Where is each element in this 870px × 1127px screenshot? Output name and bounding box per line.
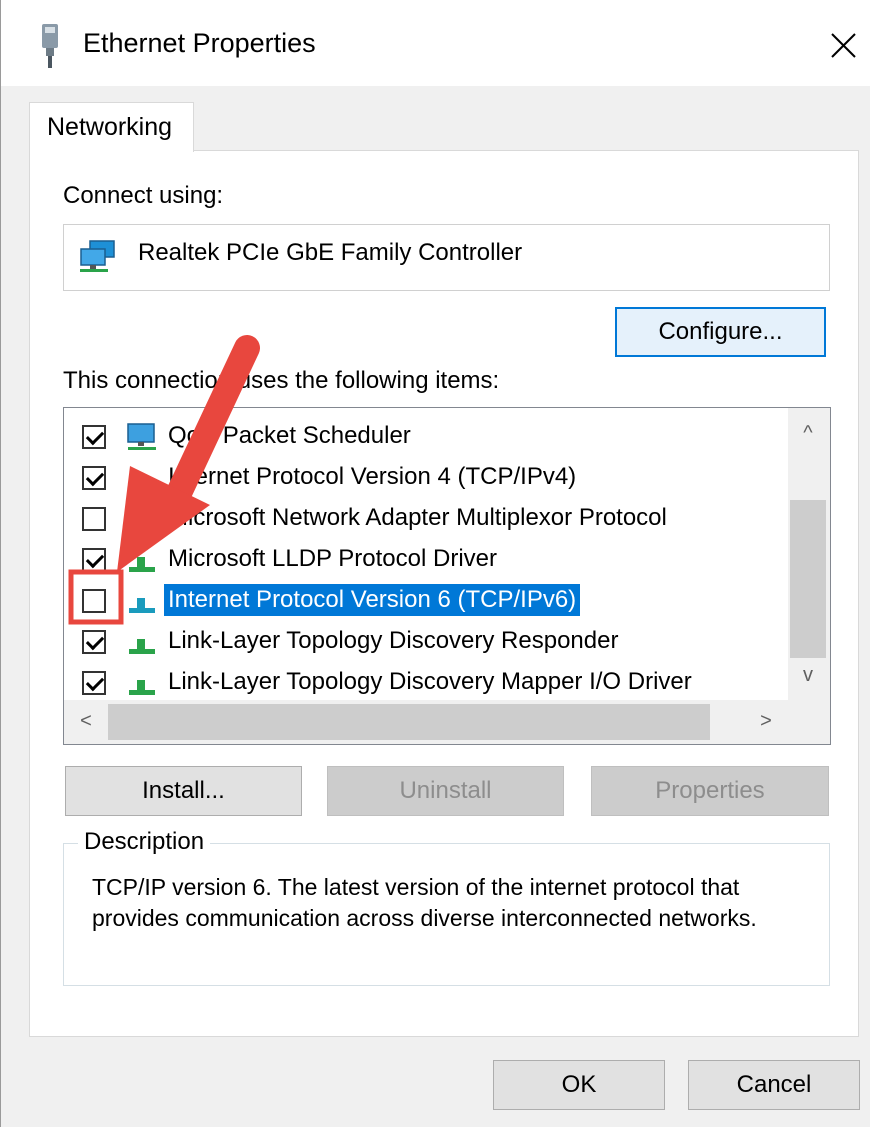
scheduler-icon	[127, 423, 156, 450]
protocol-icon	[129, 639, 155, 654]
item-checkbox[interactable]	[82, 507, 106, 531]
items-list: QoS Packet Scheduler Internet Protocol V…	[63, 407, 831, 745]
item-checkbox[interactable]	[82, 425, 106, 449]
item-checkbox[interactable]	[82, 466, 106, 490]
network-adapter-icon	[80, 240, 115, 272]
window-title: Ethernet Properties	[83, 28, 316, 58]
close-button[interactable]	[811, 14, 870, 74]
install-button[interactable]: Install...	[65, 766, 302, 816]
scroll-right-arrow-icon[interactable]: >	[748, 710, 784, 733]
list-item[interactable]: Internet Protocol Version 4 (TCP/IPv4)	[64, 457, 784, 497]
scroll-up-arrow-icon[interactable]: ^	[790, 422, 826, 445]
adapter-name: Realtek PCIe GbE Family Controller	[138, 239, 523, 266]
ethernet-properties-dialog: Ethernet Properties Networking Connect u…	[0, 0, 870, 1127]
list-item[interactable]: Microsoft LLDP Protocol Driver	[64, 539, 784, 579]
protocol-icon	[129, 557, 155, 572]
properties-button[interactable]: Properties	[591, 766, 829, 816]
description-group: Description TCP/IP version 6. The latest…	[63, 828, 830, 986]
list-item[interactable]: Microsoft Network Adapter Multiplexor Pr…	[64, 498, 784, 538]
protocol-icon	[129, 475, 155, 490]
protocol-icon	[129, 516, 155, 531]
item-label: Link-Layer Topology Discovery Responder	[168, 627, 619, 654]
scroll-down-arrow-icon[interactable]: v	[790, 664, 826, 687]
vertical-scrollbar[interactable]: ^ v	[788, 408, 830, 700]
item-checkbox[interactable]	[82, 671, 106, 695]
configure-button[interactable]: Configure...	[615, 307, 826, 357]
item-label: Internet Protocol Version 6 (TCP/IPv6)	[164, 584, 581, 616]
ethernet-connector-icon	[42, 24, 58, 68]
close-icon	[831, 33, 856, 58]
item-label: Microsoft Network Adapter Multiplexor Pr…	[168, 504, 667, 531]
adapter-field: Realtek PCIe GbE Family Controller	[63, 224, 830, 291]
scroll-left-arrow-icon[interactable]: <	[68, 710, 104, 733]
list-item-selected[interactable]: Internet Protocol Version 6 (TCP/IPv6)	[64, 580, 784, 620]
item-checkbox[interactable]	[82, 548, 106, 572]
uninstall-button[interactable]: Uninstall	[327, 766, 564, 816]
title-bar: Ethernet Properties	[1, 0, 870, 86]
description-text: TCP/IP version 6. The latest version of …	[92, 874, 757, 931]
horizontal-scrollbar[interactable]: < >	[64, 700, 830, 744]
list-item[interactable]: Link-Layer Topology Discovery Mapper I/O…	[64, 662, 784, 702]
protocol-icon	[129, 598, 155, 613]
item-label: Internet Protocol Version 4 (TCP/IPv4)	[168, 463, 577, 490]
item-label: Microsoft LLDP Protocol Driver	[168, 545, 497, 572]
protocol-icon	[129, 680, 155, 695]
ok-button[interactable]: OK	[493, 1060, 665, 1110]
list-item[interactable]: QoS Packet Scheduler	[64, 416, 784, 456]
vertical-scroll-thumb[interactable]	[790, 500, 826, 658]
item-checkbox[interactable]	[82, 630, 106, 654]
item-checkbox[interactable]	[82, 589, 106, 613]
cancel-button[interactable]: Cancel	[688, 1060, 860, 1110]
tab-networking[interactable]: Networking	[29, 102, 194, 152]
list-item[interactable]: Link-Layer Topology Discovery Responder	[64, 621, 784, 661]
connect-using-label: Connect using:	[63, 182, 224, 209]
item-label: Link-Layer Topology Discovery Mapper I/O…	[168, 668, 692, 695]
items-label: This connection uses the following items…	[63, 367, 500, 394]
horizontal-scroll-thumb[interactable]	[108, 704, 710, 740]
item-label: QoS Packet Scheduler	[168, 422, 411, 449]
description-legend: Description	[78, 828, 211, 856]
